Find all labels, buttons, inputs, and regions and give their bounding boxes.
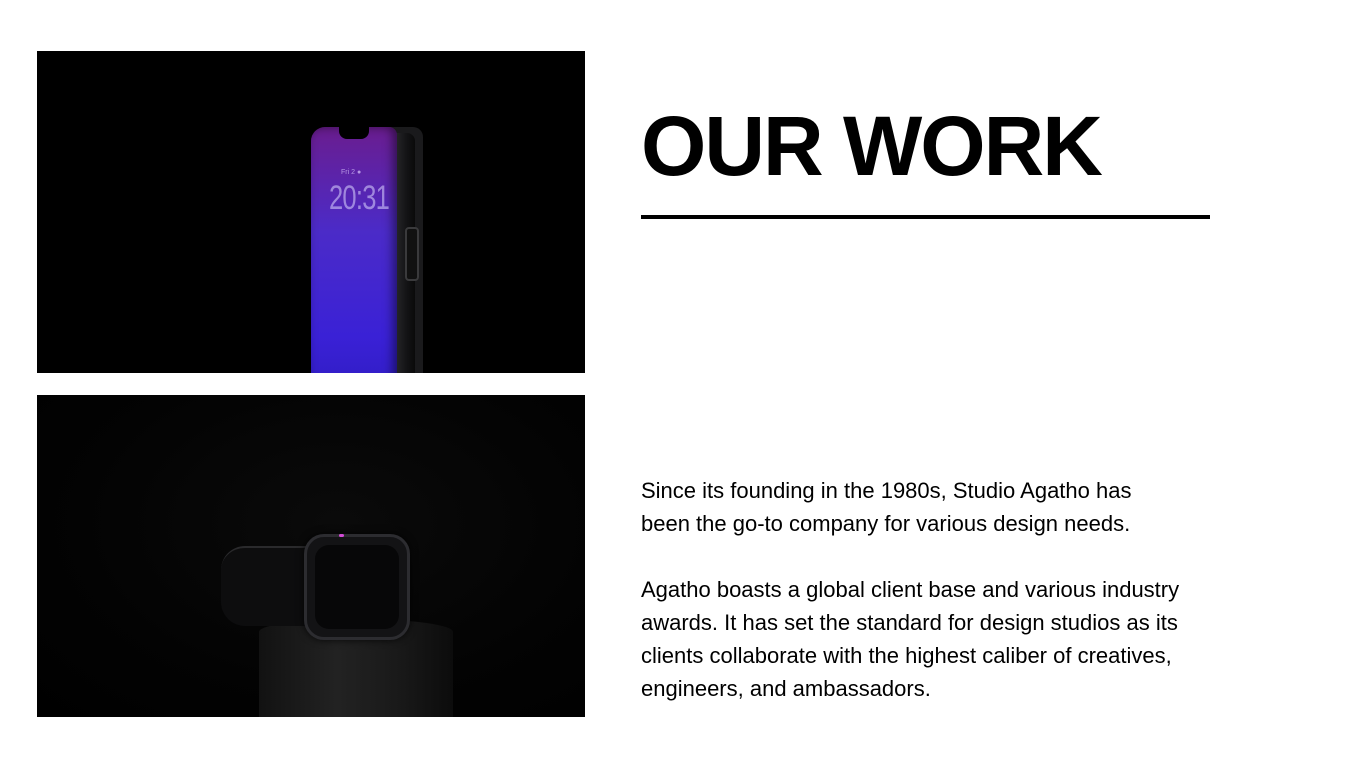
- intro-paragraph: Since its founding in the 1980s, Studio …: [641, 478, 1132, 536]
- smartwatch: [304, 534, 410, 640]
- watch-indicator-light: [339, 534, 344, 537]
- phone-photo: Fri 2 ● 20:31: [37, 51, 585, 373]
- lock-screen-date: Fri 2 ●: [341, 169, 362, 176]
- lock-screen-time: 20:31: [329, 179, 390, 217]
- details-paragraph: Agatho boasts a global client base and v…: [641, 577, 1180, 701]
- smartphone: Fri 2 ● 20:31: [311, 127, 423, 373]
- phone-notch: [339, 127, 369, 139]
- phone-lock-screen: Fri 2 ● 20:31: [311, 127, 397, 373]
- section-title: OUR WORK: [641, 99, 1103, 193]
- watch-photo: [37, 395, 585, 717]
- phone-side-button: [405, 227, 419, 281]
- title-underline: [641, 215, 1210, 219]
- watch-screen: [315, 545, 399, 629]
